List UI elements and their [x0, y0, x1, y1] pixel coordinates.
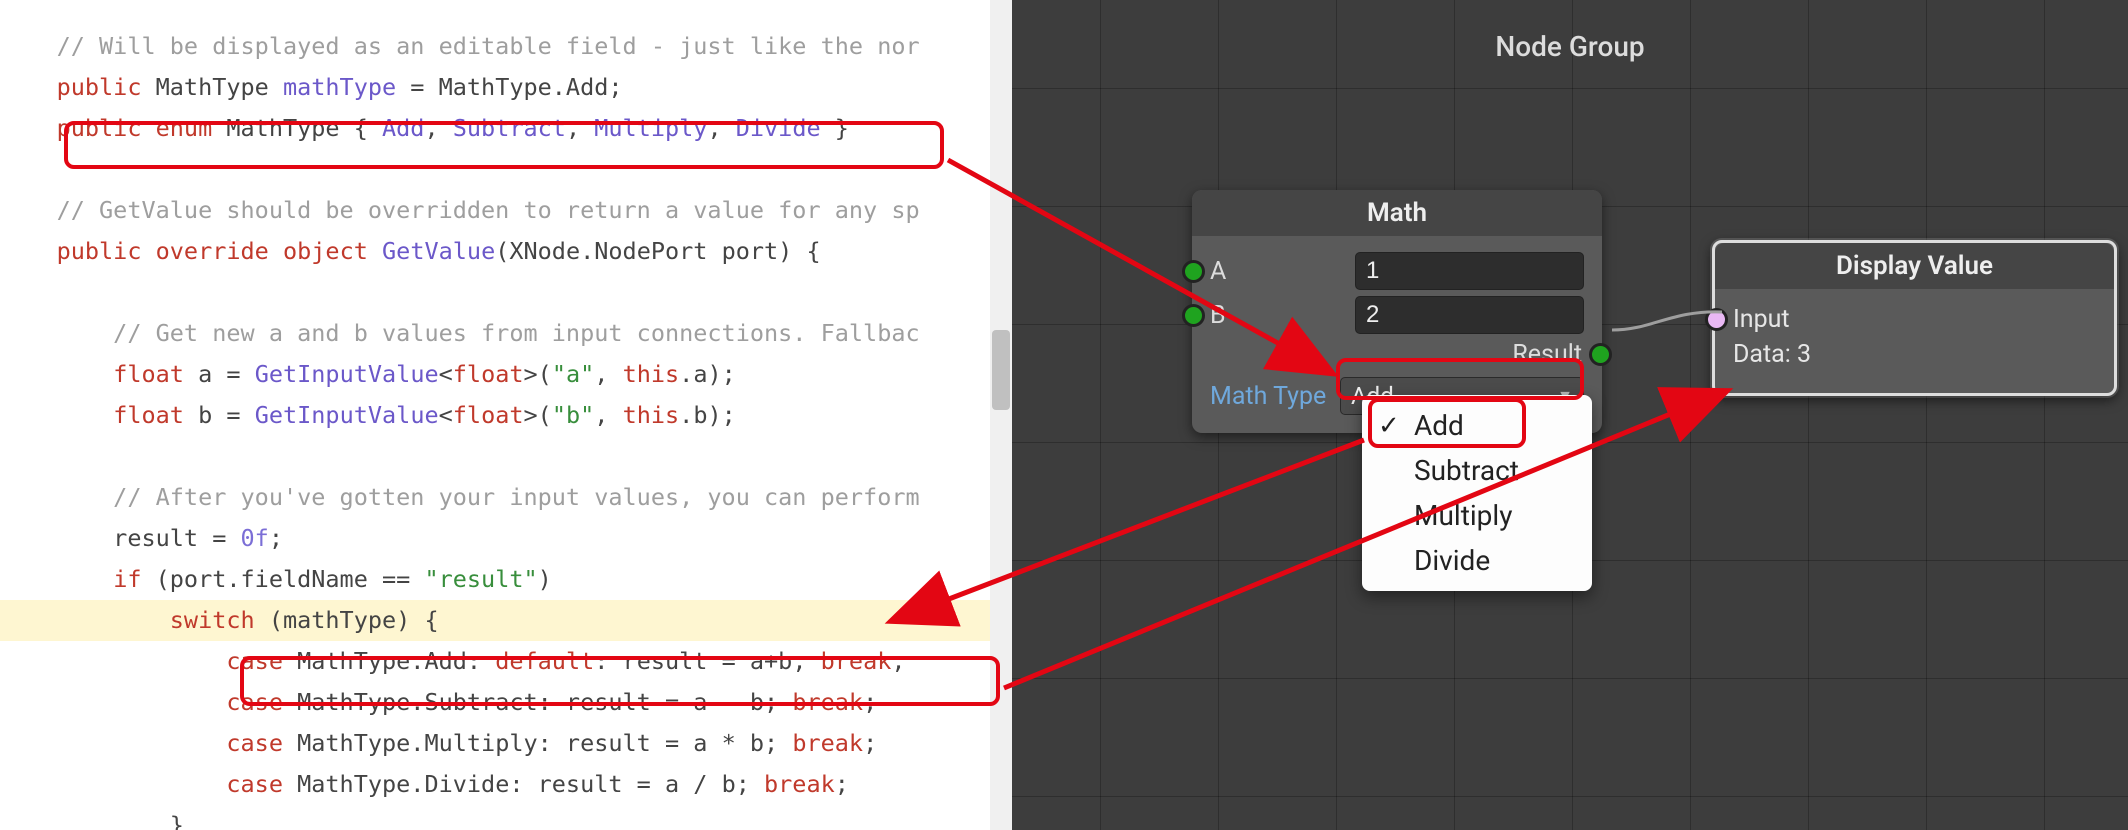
- input-a-field[interactable]: [1355, 252, 1584, 290]
- node-graph-pane[interactable]: Node Group Math A B Result Math Type Ad: [1012, 0, 2128, 830]
- port-in-input[interactable]: [1705, 308, 1728, 331]
- port-out-result[interactable]: [1589, 343, 1612, 366]
- code-line: case MathType.Divide: result = a / b; br…: [0, 770, 849, 798]
- code-line: // Get new a and b values from input con…: [0, 319, 920, 347]
- code-line: result = 0f;: [0, 524, 283, 552]
- node-header-math[interactable]: Math: [1192, 190, 1602, 236]
- result-label: Result: [1512, 340, 1582, 369]
- code-editor-pane: // Will be displayed as an editable fiel…: [0, 0, 1012, 830]
- display-input-label: Input: [1733, 305, 1790, 334]
- node-display-value[interactable]: Display Value Input Data: 3: [1712, 240, 2117, 396]
- scrollbar-thumb[interactable]: [992, 330, 1010, 410]
- math-type-dropdown[interactable]: ✓ Add Subtract Multiply Divide: [1362, 395, 1592, 591]
- code-line: public MathType mathType = MathType.Add;: [0, 73, 623, 101]
- dropdown-item-multiply[interactable]: Multiply: [1362, 493, 1592, 538]
- scrollbar[interactable]: [990, 0, 1012, 830]
- code-line: // Will be displayed as an editable fiel…: [0, 32, 920, 60]
- code-line: float b = GetInputValue<float>("b", this…: [0, 401, 736, 429]
- code-block: // Will be displayed as an editable fiel…: [0, 0, 1012, 830]
- dropdown-item-subtract[interactable]: Subtract: [1362, 448, 1592, 493]
- port-in-b[interactable]: [1182, 304, 1205, 327]
- input-b-label: B: [1210, 301, 1255, 330]
- code-line: case MathType.Add: default: result = a+b…: [0, 647, 906, 675]
- graph-title: Node Group: [1012, 30, 2128, 63]
- input-b-field[interactable]: [1355, 296, 1584, 334]
- code-line: if (port.fieldName == "result"): [0, 565, 552, 593]
- check-icon: ✓: [1378, 411, 1400, 441]
- dropdown-item-divide[interactable]: Divide: [1362, 538, 1592, 583]
- code-line: public override object GetValue(XNode.No…: [0, 237, 821, 265]
- display-data-label: Data: 3: [1733, 340, 1811, 369]
- code-line: // GetValue should be overridden to retu…: [0, 196, 920, 224]
- code-line: // After you've gotten your input values…: [0, 483, 920, 511]
- code-line: case MathType.Subtract: result = a - b; …: [0, 688, 877, 716]
- code-line: public enum MathType { Add, Subtract, Mu…: [0, 114, 849, 142]
- code-line: case MathType.Multiply: result = a * b; …: [0, 729, 877, 757]
- code-line-highlighted: switch (mathType) {: [0, 600, 1012, 641]
- code-line: float a = GetInputValue<float>("a", this…: [0, 360, 736, 388]
- dropdown-item-add[interactable]: ✓ Add: [1362, 403, 1592, 448]
- node-header-display[interactable]: Display Value: [1715, 243, 2114, 289]
- input-a-label: A: [1210, 257, 1255, 286]
- math-type-label: Math Type: [1210, 382, 1340, 411]
- port-in-a[interactable]: [1182, 260, 1205, 283]
- code-line: }: [0, 811, 184, 830]
